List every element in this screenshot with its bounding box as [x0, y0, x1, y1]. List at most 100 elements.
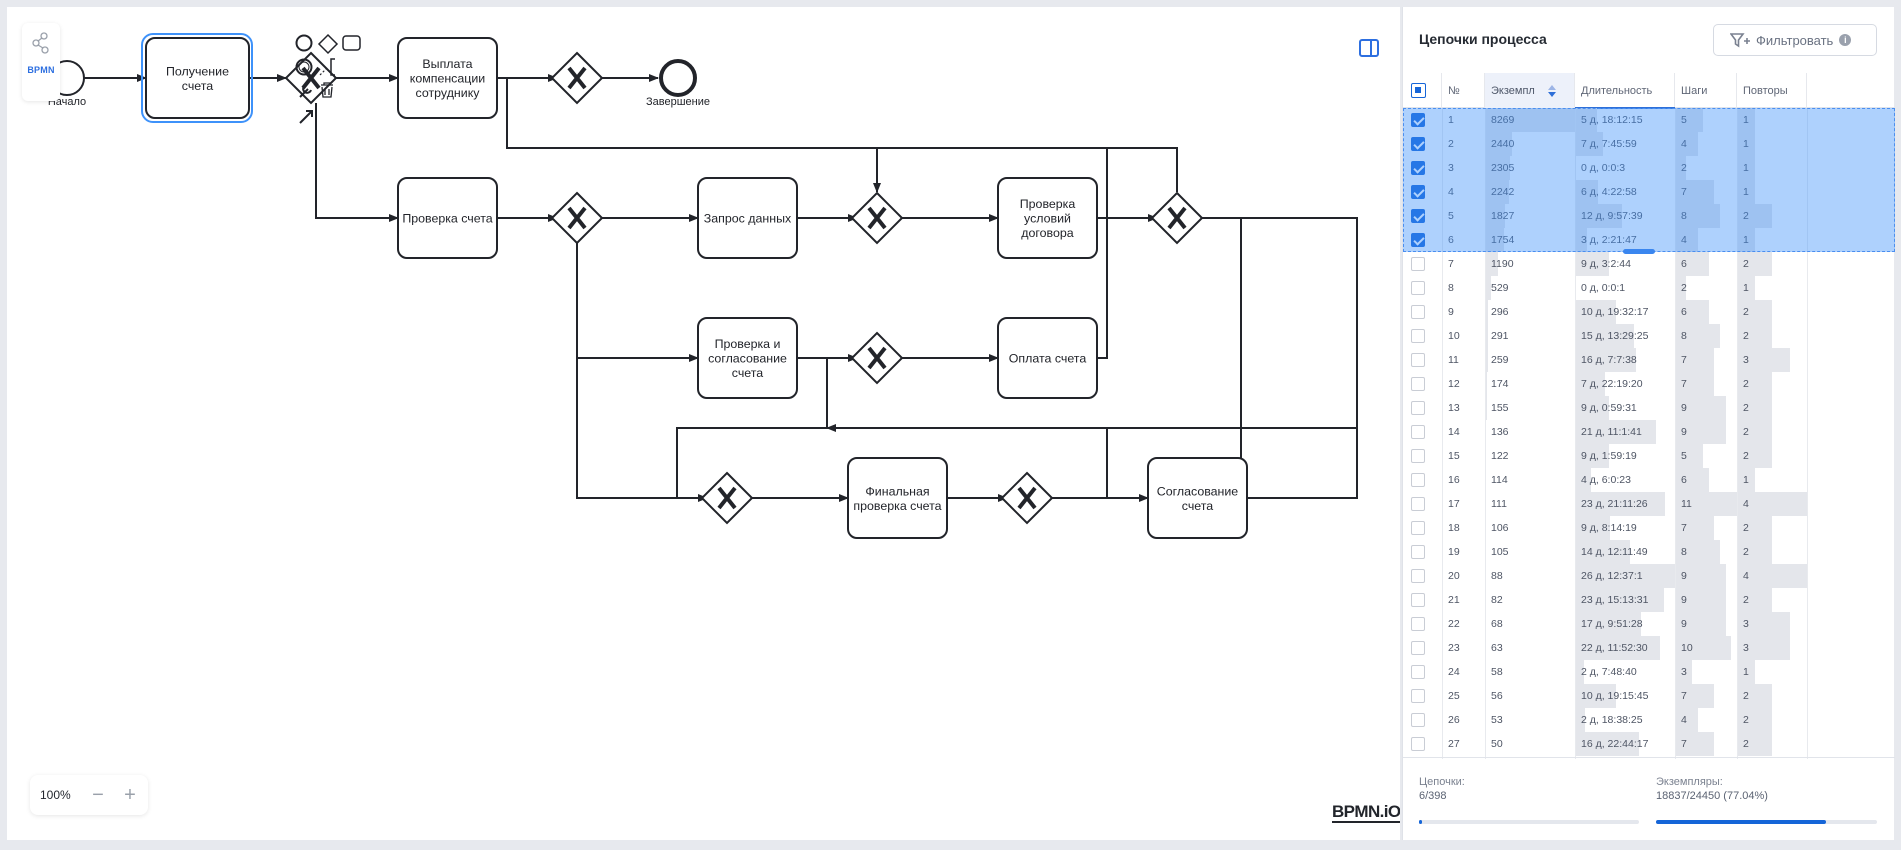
table-row[interactable]: 12 174 7 д, 22:19:20 7 2 [1403, 372, 1895, 396]
table-row[interactable]: 23 63 22 д, 11:52:30 10 3 [1403, 636, 1895, 660]
table-row[interactable]: 14 136 21 д, 11:1:41 9 2 [1403, 420, 1895, 444]
row-checkbox[interactable] [1411, 545, 1425, 559]
row-checkbox[interactable] [1411, 593, 1425, 607]
gateway[interactable] [284, 51, 338, 105]
chains-table[interactable]: № Экземпл Длительность Шаги Повторы 1 826… [1403, 73, 1895, 759]
row-checkbox[interactable] [1411, 641, 1425, 655]
table-row[interactable]: 13 155 9 д, 0:59:31 9 2 [1403, 396, 1895, 420]
row-checkbox[interactable] [1411, 161, 1425, 175]
row-checkbox[interactable] [1411, 305, 1425, 319]
row-checkbox[interactable] [1411, 257, 1425, 271]
gateway[interactable] [550, 51, 604, 105]
row-checkbox[interactable] [1411, 113, 1425, 127]
column-header-steps[interactable]: Шаги [1675, 73, 1737, 108]
table-row[interactable]: 25 56 10 д, 19:15:45 7 2 [1403, 684, 1895, 708]
end-event[interactable] [659, 59, 697, 97]
table-row[interactable]: 4 2242 6 д, 4:22:58 7 1 [1403, 180, 1895, 204]
task-final-check[interactable]: Финальнаяпроверка счета [847, 457, 948, 539]
row-checkbox[interactable] [1411, 353, 1425, 367]
row-checkbox[interactable] [1411, 521, 1425, 535]
table-row[interactable]: 20 88 26 д, 12:37:1 9 4 [1403, 564, 1895, 588]
row-checkbox[interactable] [1411, 233, 1425, 247]
bpmn-canvas[interactable]: Начало Завершение Получение счета Выплата… [7, 7, 1400, 840]
column-header-duration[interactable]: Длительность [1575, 73, 1675, 109]
row-checkbox[interactable] [1411, 497, 1425, 511]
table-row[interactable]: 24 58 2 д, 7:48:40 3 1 [1403, 660, 1895, 684]
task-request-data[interactable]: Запрос данных [697, 177, 798, 259]
table-row[interactable]: 3 2305 0 д, 0:0:3 2 1 [1403, 156, 1895, 180]
trash-icon[interactable] [321, 82, 333, 98]
table-row[interactable]: 19 105 14 д, 12:11:49 8 2 [1403, 540, 1895, 564]
table-row[interactable]: 7 1190 9 д, 3:2:44 6 2 [1403, 252, 1895, 276]
tree-icon[interactable] [31, 32, 51, 54]
table-row[interactable]: 1 8269 5 д, 18:12:15 5 1 [1403, 108, 1895, 132]
row-checkbox[interactable] [1411, 665, 1425, 679]
gateway[interactable] [1150, 191, 1204, 245]
row-checkbox[interactable] [1411, 689, 1425, 703]
table-row[interactable]: 16 114 4 д, 6:0:23 6 1 [1403, 468, 1895, 492]
gateway[interactable] [850, 191, 904, 245]
task-pay-invoice[interactable]: Оплата счета [997, 317, 1098, 399]
row-checkbox[interactable] [1411, 713, 1425, 727]
bpmn-mode-label[interactable]: BPMN [27, 65, 54, 75]
table-row[interactable]: 2 2440 7 д, 7:45:59 4 1 [1403, 132, 1895, 156]
row-checkbox[interactable] [1411, 137, 1425, 151]
gateway[interactable] [1000, 471, 1054, 525]
table-row[interactable]: 27 50 16 д, 22:44:17 7 2 [1403, 732, 1895, 756]
column-header-number[interactable]: № [1442, 73, 1485, 108]
bpmn-diagram[interactable]: Начало Завершение Получениесчета Выплата… [7, 7, 1400, 840]
row-checkbox[interactable] [1411, 737, 1425, 751]
append-gateway-icon[interactable] [317, 33, 339, 55]
column-header-repeats[interactable]: Повторы [1737, 73, 1807, 108]
row-checkbox[interactable] [1411, 425, 1425, 439]
append-task-icon[interactable] [342, 35, 361, 51]
row-checkbox[interactable] [1411, 377, 1425, 391]
sort-icon[interactable] [1547, 84, 1557, 98]
task-check-approve[interactable]: Проверка исогласованиесчета [697, 317, 798, 399]
task-check-contract[interactable]: Проверкаусловийдоговора [997, 177, 1098, 259]
select-all-checkbox[interactable] [1411, 83, 1426, 98]
row-checkbox[interactable] [1411, 449, 1425, 463]
text-annotation-icon[interactable] [330, 58, 335, 76]
cell-inst: 106 [1491, 522, 1509, 534]
info-icon[interactable]: i [1839, 34, 1852, 46]
cell-rep: 2 [1743, 330, 1749, 342]
table-row[interactable]: 10 291 15 д, 13:29:25 8 2 [1403, 324, 1895, 348]
row-checkbox[interactable] [1411, 617, 1425, 631]
task-agree-invoice[interactable]: Согласованиесчета [1147, 457, 1248, 539]
gateway[interactable] [850, 331, 904, 385]
table-row[interactable]: 22 68 17 д, 9:51:28 9 3 [1403, 612, 1895, 636]
bpmn-palette[interactable]: BPMN [22, 23, 60, 101]
row-checkbox[interactable] [1411, 185, 1425, 199]
table-row[interactable]: 18 106 9 д, 8:14:19 7 2 [1403, 516, 1895, 540]
table-row[interactable]: 5 1827 12 д, 9:57:39 8 2 [1403, 204, 1895, 228]
gateway[interactable] [550, 191, 604, 245]
toggle-panel-button[interactable] [1352, 31, 1386, 65]
table-row[interactable]: 11 259 16 д, 7:7:38 7 3 [1403, 348, 1895, 372]
table-row[interactable]: 15 122 9 д, 1:59:19 5 2 [1403, 444, 1895, 468]
table-row[interactable]: 21 82 23 д, 15:13:31 9 2 [1403, 588, 1895, 612]
task-check-invoice[interactable]: Проверка счета [397, 177, 498, 259]
bpmn-io-watermark[interactable]: BPMN.iO [1332, 802, 1400, 823]
row-checkbox[interactable] [1411, 473, 1425, 487]
row-checkbox[interactable] [1411, 569, 1425, 583]
task-employee-payout[interactable]: Выплатакомпенсациисотруднику [397, 37, 498, 119]
row-checkbox[interactable] [1411, 401, 1425, 415]
row-checkbox[interactable] [1411, 329, 1425, 343]
task-receive-invoice[interactable]: Получениесчета [145, 37, 250, 119]
column-header-instances[interactable]: Экземпл [1485, 73, 1575, 108]
table-row[interactable]: 8 529 0 д, 0:0:1 2 1 [1403, 276, 1895, 300]
row-checkbox[interactable] [1411, 209, 1425, 223]
table-row[interactable]: 26 53 2 д, 18:38:25 4 2 [1403, 708, 1895, 732]
zoom-in-button[interactable]: + [114, 781, 146, 809]
gateway[interactable] [700, 471, 754, 525]
selection-resize-handle[interactable] [1623, 249, 1655, 254]
table-row[interactable]: 17 111 23 д, 21:11:26 11 4 [1403, 492, 1895, 516]
row-checkbox[interactable] [1411, 281, 1425, 295]
table-row[interactable]: 9 296 10 д, 19:32:17 6 2 [1403, 300, 1895, 324]
filter-button[interactable]: Фильтровать i [1713, 24, 1877, 56]
cell-n: 2 [1448, 138, 1454, 150]
append-start-event-icon[interactable] [295, 34, 313, 52]
connect-arrow-icon[interactable] [299, 110, 313, 124]
zoom-out-button[interactable]: − [82, 781, 114, 809]
